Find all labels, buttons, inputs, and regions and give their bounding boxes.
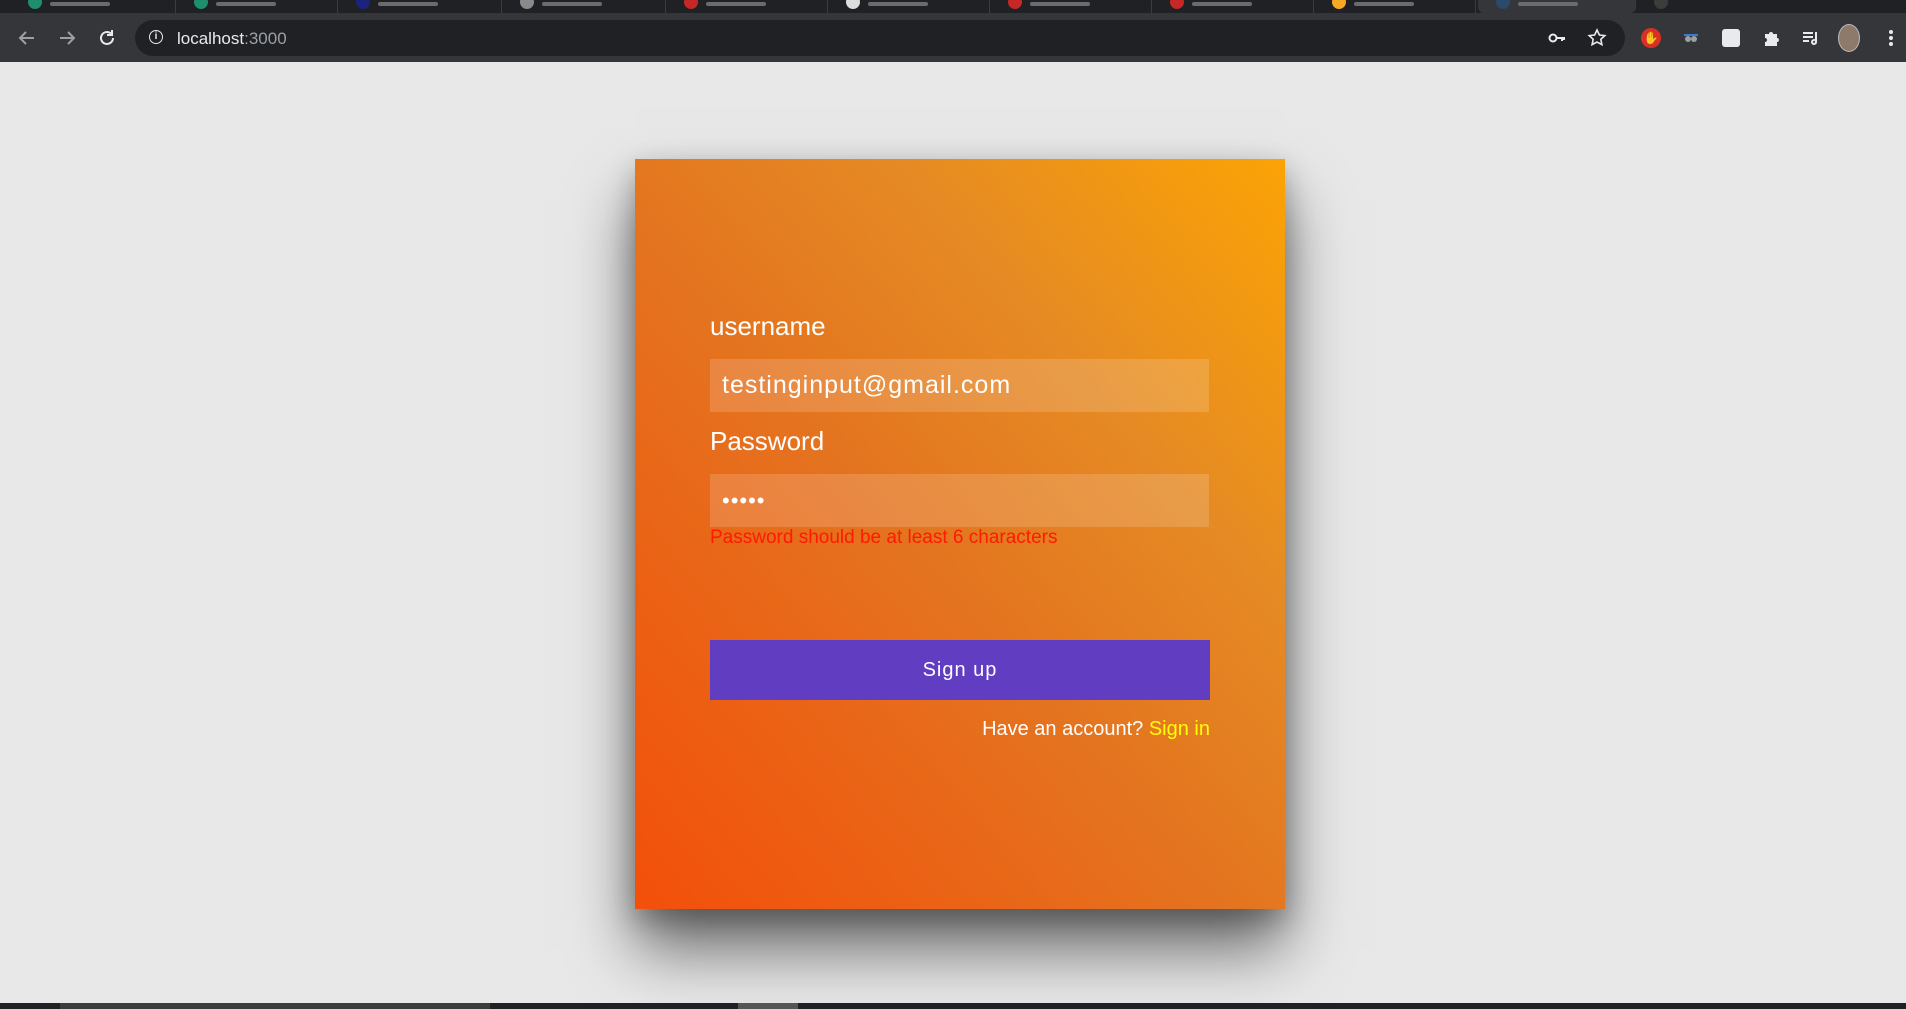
browser-toolbar: i localhost:3000 ✋ (0, 13, 1906, 62)
puzzle-icon[interactable] (1760, 27, 1782, 49)
tab-favicon-icon (684, 0, 698, 9)
bottom-bar (0, 1003, 1906, 1009)
browser-tab[interactable] (338, 0, 502, 13)
key-icon[interactable] (1547, 28, 1567, 48)
taskbar-item[interactable] (738, 1003, 798, 1009)
tab-title (1192, 2, 1252, 6)
star-icon[interactable] (1587, 28, 1607, 48)
signup-card: username testinginput@gmail.com Password… (635, 159, 1285, 909)
tab-title (378, 2, 438, 6)
password-input[interactable]: ••••• (710, 474, 1209, 527)
url-text: localhost:3000 (177, 29, 287, 49)
info-icon[interactable]: i (149, 30, 163, 44)
tab-favicon-icon (28, 0, 42, 9)
tab-strip (0, 0, 1906, 13)
address-bar[interactable]: i localhost:3000 (135, 20, 1625, 56)
tab-title (706, 2, 766, 6)
sign-up-button[interactable]: Sign up (710, 640, 1210, 700)
browser-tab[interactable] (176, 0, 338, 13)
tab-title (542, 2, 602, 6)
square-extension-icon[interactable] (1720, 27, 1742, 49)
browser-tab[interactable] (666, 0, 828, 13)
forward-button[interactable] (52, 23, 82, 53)
tab-favicon-icon (1496, 0, 1510, 9)
url-host: localhost (177, 29, 245, 48)
plus-icon (1654, 0, 1668, 9)
media-queue-icon[interactable] (1800, 27, 1822, 49)
tab-title (50, 2, 110, 6)
url-port: :3000 (244, 29, 287, 48)
browser-tab[interactable] (828, 0, 990, 13)
adblock-extension-icon[interactable]: ✋ (1640, 27, 1662, 49)
tab-title (868, 2, 928, 6)
tab-title (216, 2, 276, 6)
tab-favicon-icon (1170, 0, 1184, 9)
browser-tab-active[interactable] (1478, 0, 1636, 13)
tab-favicon-icon (846, 0, 860, 9)
sign-in-link[interactable]: Sign in (1149, 718, 1210, 740)
profile-avatar[interactable] (1838, 24, 1860, 52)
browser-tab[interactable] (502, 0, 666, 13)
browser-tab[interactable] (1314, 0, 1476, 13)
have-account-prompt: Have an account? (982, 718, 1149, 740)
browser-tab[interactable] (1152, 0, 1314, 13)
browser-tab[interactable] (990, 0, 1152, 13)
password-error-message: Password should be at least 6 characters (710, 527, 1058, 548)
browser-tab[interactable] (10, 0, 176, 13)
back-button[interactable] (12, 23, 42, 53)
tab-favicon-icon (1008, 0, 1022, 9)
tab-title (1518, 2, 1578, 6)
taskbar-item[interactable] (60, 1003, 490, 1009)
reload-button[interactable] (92, 23, 122, 53)
tab-favicon-icon (194, 0, 208, 9)
reload-icon (100, 30, 114, 45)
tab-favicon-icon (520, 0, 534, 9)
tab-favicon-icon (1332, 0, 1346, 9)
tab-favicon-icon (356, 0, 370, 9)
password-label: Password (710, 426, 825, 456)
kebab-menu-icon[interactable] (1880, 27, 1902, 49)
tab-title (1030, 2, 1090, 6)
have-account-text: Have an account? Sign in (982, 718, 1210, 741)
arrow-left-icon (18, 31, 34, 45)
tab-title (1354, 2, 1414, 6)
extension-icon[interactable] (1680, 27, 1702, 49)
username-input[interactable]: testinginput@gmail.com (710, 359, 1209, 412)
new-tab-button[interactable] (1640, 0, 1700, 13)
username-label: username (710, 311, 826, 341)
arrow-right-icon (60, 31, 76, 45)
